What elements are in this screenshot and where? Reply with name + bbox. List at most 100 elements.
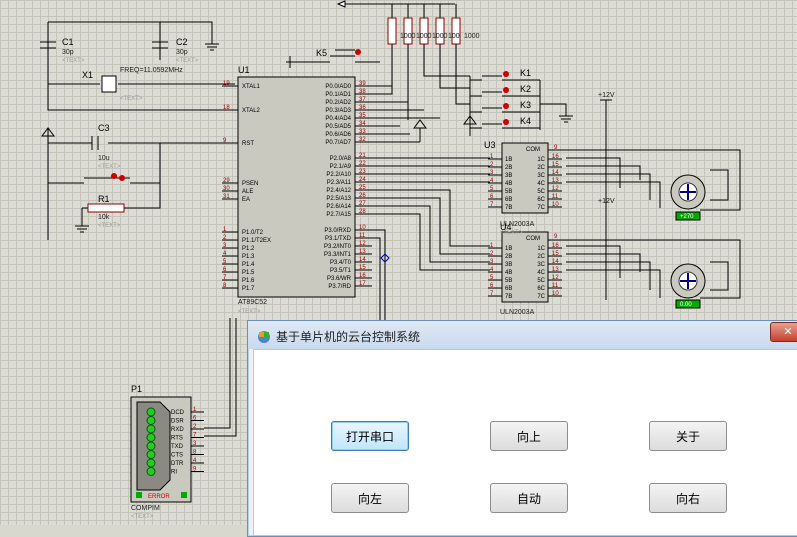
uln-out-num: 12 bbox=[552, 275, 559, 281]
uln-out-num: 12 bbox=[552, 186, 559, 192]
u1-pin-num-right: 12 bbox=[359, 241, 366, 247]
uln-com-label: COM bbox=[526, 147, 540, 153]
uln-out-num: 15 bbox=[552, 162, 559, 168]
right-button[interactable]: 向右 bbox=[649, 483, 727, 513]
motor1-readout: +270 bbox=[680, 214, 694, 220]
uln-out-label: 1C bbox=[537, 246, 545, 252]
supply-1: +12V bbox=[598, 92, 615, 99]
uln-out-label: 5C bbox=[537, 278, 545, 284]
uln-in-label: 5B bbox=[505, 189, 512, 195]
u1-pin-num-left: 31 bbox=[223, 194, 230, 200]
u1-pin-label-left: P1.1/T2EX bbox=[242, 238, 271, 244]
uln-in-label: 3B bbox=[505, 173, 512, 179]
u1-pin-num-right: 22 bbox=[359, 161, 366, 167]
u1-pin-num-right: 28 bbox=[359, 209, 366, 215]
key-indicator-icon bbox=[503, 119, 509, 125]
u1-pin-label-left: XTAL1 bbox=[242, 84, 261, 90]
uln-in-label: 4B bbox=[505, 181, 512, 187]
c2-ref: C2 bbox=[176, 37, 188, 47]
uln-out-label: 6C bbox=[537, 286, 545, 292]
key-ref: K4 bbox=[520, 116, 531, 126]
key-indicator-icon bbox=[503, 71, 509, 77]
u1-pin-label-right: P3.0/RXD bbox=[324, 228, 351, 234]
u4-ic: COM 91B1 1C 162B2 2C 153B3 3C 144B4 4C 135B5 5C 126… bbox=[488, 231, 562, 303]
u1-pin-label-right: P0.2/AD2 bbox=[325, 100, 351, 106]
uln-out-num: 14 bbox=[552, 259, 559, 265]
auto-button[interactable]: 自动 bbox=[490, 483, 568, 513]
p1-signal-label: DTR bbox=[171, 461, 184, 467]
c3-tag: <TEXT> bbox=[98, 164, 121, 170]
key-indicator-icon bbox=[503, 87, 509, 93]
u1-pin-label-right: P0.6/AD6 bbox=[325, 132, 351, 138]
c3-value: 10u bbox=[98, 155, 110, 162]
u1-pin-label-right: P0.4/AD4 bbox=[325, 116, 351, 122]
p1-tag: <TEXT> bbox=[131, 514, 154, 520]
u1-pin-num-right: 25 bbox=[359, 185, 366, 191]
u1-pin-label-left: P1.5 bbox=[242, 270, 255, 276]
u4-part: ULN2003A bbox=[500, 309, 535, 316]
uln-out-num: 15 bbox=[552, 251, 559, 257]
u1-pin-label-right: P3.5/T1 bbox=[330, 268, 352, 274]
window-close-button[interactable]: ✕ bbox=[770, 322, 797, 342]
res-value-1: 1000 bbox=[400, 33, 416, 40]
app-dialog-window[interactable]: 基于单片机的云台控制系统 ✕ 打开串口 向上 关于 向左 自动 向右 bbox=[247, 320, 797, 537]
p1-signal-label: TXD bbox=[171, 444, 184, 450]
p1-signal-label: CTS bbox=[171, 453, 183, 459]
u1-pin-label-right: P3.3/INT1 bbox=[324, 252, 352, 258]
key-indicator-icon bbox=[503, 103, 509, 109]
u1-pin-label-left: P1.7 bbox=[242, 286, 255, 292]
u1-tag: <TEXT> bbox=[238, 309, 261, 315]
u1-pin-label-left: P1.2 bbox=[242, 246, 255, 252]
u4-ref: U4 bbox=[500, 222, 512, 232]
res-value-3: 1000 bbox=[432, 33, 448, 40]
u1-pin-num-right: 14 bbox=[359, 257, 366, 263]
u1-pin-label-right: P2.3/A11 bbox=[327, 180, 352, 186]
uln-out-num: 11 bbox=[552, 194, 559, 200]
u1-pin-num-right: 21 bbox=[359, 153, 366, 159]
u1-pin-label-left: ALE bbox=[242, 189, 253, 195]
u1-pin-num-right: 26 bbox=[359, 193, 366, 199]
uln-in-label: 2B bbox=[505, 165, 512, 171]
c1-value: 30p bbox=[62, 49, 74, 56]
motor2-readout: 0.00 bbox=[680, 302, 692, 308]
u1-pin-num-right: 24 bbox=[359, 177, 366, 183]
u1-pin-label-left: XTAL2 bbox=[242, 108, 261, 114]
serial-led-icon bbox=[146, 450, 156, 459]
key-ref: K1 bbox=[520, 68, 531, 78]
uln-out-num: 13 bbox=[552, 178, 559, 184]
u1-pin-label-right: P3.2/INT0 bbox=[324, 244, 352, 250]
u1-pin-label-left: P1.3 bbox=[242, 254, 255, 260]
uln-out-label: 5C bbox=[537, 189, 545, 195]
u1-pin-num-right: 11 bbox=[359, 233, 366, 239]
key-ref: K3 bbox=[520, 100, 531, 110]
u1-pin-label-left: P1.6 bbox=[242, 278, 255, 284]
p1-ref: P1 bbox=[131, 384, 142, 394]
serial-led-icon bbox=[146, 407, 156, 417]
u1-pin-label-right: P2.7/A15 bbox=[326, 212, 351, 218]
u1-pin-label-right: P3.4/T0 bbox=[330, 260, 352, 266]
open-port-button[interactable]: 打开串口 bbox=[331, 421, 409, 451]
uln-in-label: 3B bbox=[505, 262, 512, 268]
close-button[interactable]: 关于 bbox=[649, 421, 727, 451]
serial-led-icon bbox=[146, 424, 156, 434]
uln-in-label: 4B bbox=[505, 270, 512, 276]
u1-pin-num-left: 19 bbox=[223, 81, 230, 87]
uln-in-label: 1B bbox=[505, 157, 512, 163]
u1-pin-num-right: 37 bbox=[359, 97, 366, 103]
serial-led-icon bbox=[146, 433, 156, 442]
uln-out-label: 4C bbox=[537, 270, 545, 276]
p1-signal-label: DSR bbox=[171, 419, 184, 425]
p1-error: ERROR bbox=[148, 494, 170, 500]
up-button[interactable]: 向上 bbox=[490, 421, 568, 451]
uln-out-label: 3C bbox=[537, 173, 545, 179]
u1-pin-label-right: P3.7/RD bbox=[328, 284, 351, 290]
u1-pin-num-right: 16 bbox=[359, 273, 366, 279]
dialog-titlebar[interactable]: 基于单片机的云台控制系统 ✕ bbox=[248, 321, 797, 349]
uln-out-label: 7C bbox=[537, 205, 545, 211]
left-button[interactable]: 向左 bbox=[331, 483, 409, 513]
uln-out-num: 10 bbox=[552, 202, 559, 208]
c2-tag: <TEXT> bbox=[176, 58, 199, 64]
u1-pin-label-left: P1.4 bbox=[242, 262, 255, 268]
key-switches: K1 K2 K3 K4 bbox=[470, 68, 540, 129]
dialog-title: 基于单片机的云台控制系统 bbox=[276, 330, 421, 344]
